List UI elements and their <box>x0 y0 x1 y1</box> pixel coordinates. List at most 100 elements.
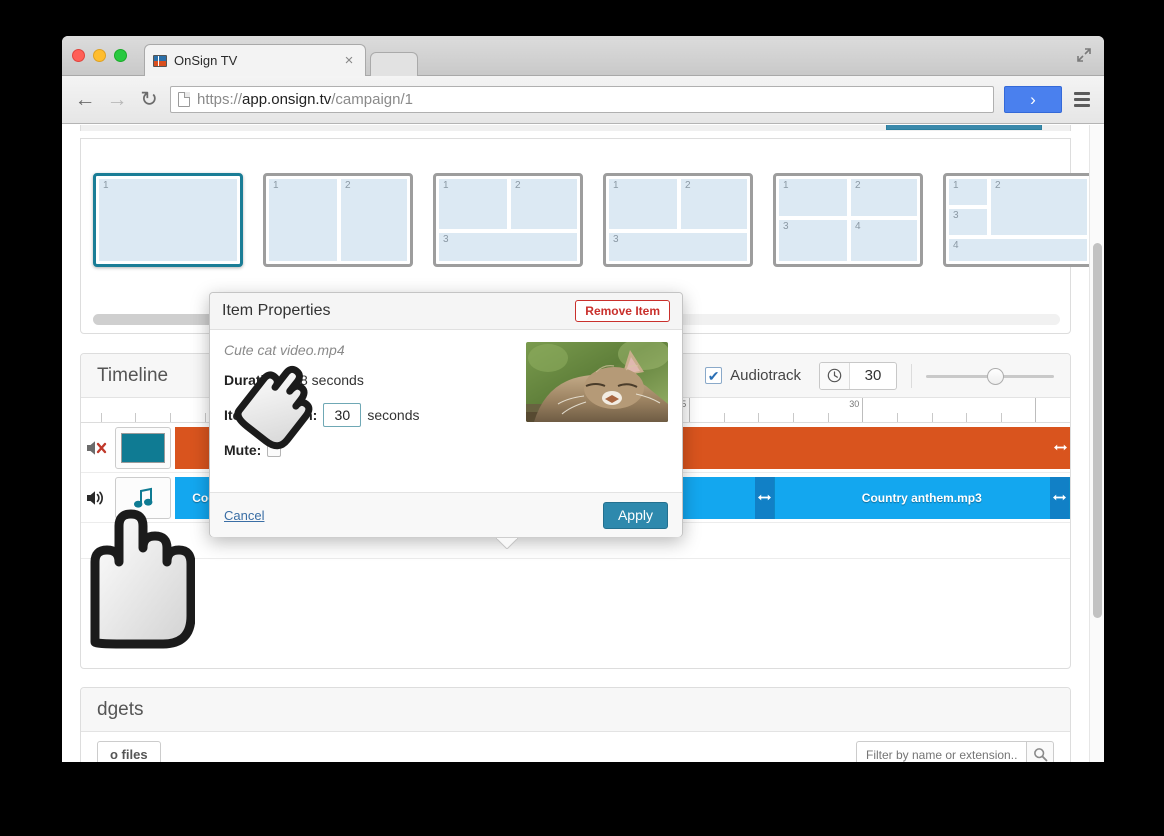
media-header: dgets <box>81 688 1070 732</box>
layout-thumbnail-6[interactable]: 1 2 3 4 <box>943 173 1093 267</box>
ruler-minor-tick <box>1000 413 1002 422</box>
layout-zone: 1 <box>609 179 677 229</box>
layout-zone: 1 <box>949 179 987 205</box>
ruler-minor-tick <box>170 413 171 422</box>
resize-handle-icon[interactable] <box>1049 476 1069 519</box>
video-thumbnail[interactable] <box>115 426 171 469</box>
resize-handle-icon[interactable] <box>754 476 774 519</box>
layout-zone: 2 <box>681 179 747 229</box>
fullscreen-icon[interactable] <box>1076 47 1092 63</box>
clock-icon <box>820 362 850 389</box>
media-filter-group <box>856 741 1054 762</box>
back-button[interactable]: ← <box>74 88 96 112</box>
partial-blue-button[interactable] <box>886 125 1042 130</box>
filter-input[interactable] <box>856 741 1026 762</box>
layout-thumbnail-2[interactable]: 1 2 <box>263 173 413 267</box>
zone-number: 3 <box>783 221 789 232</box>
reload-button[interactable]: ↻ <box>138 87 160 112</box>
apply-button[interactable]: Apply <box>602 501 668 529</box>
cancel-button[interactable]: Cancel <box>224 508 264 523</box>
audio-files-button[interactable]: o files <box>97 741 161 762</box>
remove-item-button[interactable]: Remove Item <box>575 300 670 322</box>
url-host: app.onsign.tv <box>242 91 332 108</box>
media-toolbar: o files <box>81 732 1070 762</box>
speaker-muted-icon[interactable] <box>81 438 115 458</box>
zone-number: 1 <box>103 180 109 191</box>
minimize-window-button[interactable] <box>93 49 106 62</box>
browser-tab[interactable]: OnSign TV × <box>144 44 366 76</box>
divider <box>911 363 912 388</box>
browser-menu-button[interactable] <box>1072 92 1092 107</box>
ruler-minor-tick <box>100 413 102 422</box>
ruler-minor-tick <box>723 413 725 422</box>
zone-number: 2 <box>685 180 691 191</box>
media-widgets-panel: dgets o files Filter by name or extensio… <box>80 687 1071 762</box>
ruler-minor-tick <box>135 413 137 422</box>
layout-zone: 1 <box>779 179 847 216</box>
page-icon <box>178 92 190 107</box>
audiotrack-label: Audiotrack <box>730 367 801 384</box>
layout-zone: 3 <box>949 209 987 235</box>
duration-value[interactable]: 30 <box>850 367 896 384</box>
close-window-button[interactable] <box>72 49 85 62</box>
zone-number: 3 <box>613 234 619 245</box>
mouse-cursor-pointing-hand-secondary <box>55 492 196 652</box>
close-icon[interactable]: × <box>341 52 357 69</box>
item-properties-footer: Cancel Apply <box>210 492 682 537</box>
ruler-minor-tick <box>966 413 968 422</box>
ruler-minor-tick <box>896 413 898 422</box>
layout-zone: 2 <box>991 179 1087 235</box>
layout-zone: 2 <box>851 179 917 216</box>
mouse-cursor-pointing-hand <box>205 347 375 452</box>
layouts-row: 1 1 2 1 2 3 1 2 3 1 2 3 4 1 2 3 4 <box>93 173 1093 267</box>
page-scrollbar[interactable] <box>1089 125 1104 762</box>
layout-zone: 1 <box>99 179 237 261</box>
slider-knob[interactable] <box>986 367 1004 385</box>
zone-number: 1 <box>613 180 619 191</box>
campaign-duration-field[interactable]: 30 <box>819 361 897 390</box>
new-tab-button[interactable] <box>370 52 418 76</box>
layout-zone: 1 <box>439 179 507 229</box>
timeline-clip-audio-3[interactable]: Country anthem.mp3 <box>774 476 1070 519</box>
url-path: /campaign/1 <box>331 91 413 108</box>
search-icon[interactable] <box>1026 741 1054 762</box>
url-prefix: https:// <box>197 91 243 108</box>
go-button[interactable]: › <box>1004 86 1062 113</box>
media-title: dgets <box>97 698 144 720</box>
resize-handle-icon[interactable] <box>1051 426 1070 469</box>
layout-zone: 4 <box>851 220 917 261</box>
zone-number: 4 <box>855 221 861 232</box>
ruler-minor-tick <box>758 413 760 422</box>
ruler-major-tick <box>689 398 691 422</box>
zone-number: 2 <box>345 180 351 191</box>
audiotrack-checkbox[interactable]: ✔ <box>705 367 723 384</box>
scrollbar-thumb[interactable] <box>1093 243 1102 618</box>
zone-number: 2 <box>855 180 861 191</box>
layout-thumbnail-3[interactable]: 1 2 3 <box>433 173 583 267</box>
zone-number: 3 <box>443 234 449 245</box>
timeline-zoom-slider[interactable] <box>926 366 1054 386</box>
address-bar[interactable]: https://app.onsign.tv/campaign/1 <box>170 86 994 113</box>
zone-number: 1 <box>443 180 449 191</box>
ruler-minor-tick <box>827 413 829 422</box>
layout-thumbnail-4[interactable]: 1 2 3 <box>603 173 753 267</box>
forward-button[interactable]: → <box>106 88 128 112</box>
layout-zone: 3 <box>779 220 847 261</box>
layout-zone: 2 <box>511 179 577 229</box>
zone-number: 1 <box>783 180 789 191</box>
ruler-minor-tick <box>931 413 933 422</box>
zone-number: 3 <box>953 210 959 221</box>
layout-zone: 2 <box>341 179 407 261</box>
layout-zone: 1 <box>269 179 337 261</box>
tab-title: OnSign TV <box>174 53 238 68</box>
ruler-label: 30 <box>849 399 860 409</box>
ruler-major-tick <box>1035 398 1037 422</box>
audiotrack-toggle[interactable]: ✔ Audiotrack <box>705 367 801 384</box>
maximize-window-button[interactable] <box>114 49 127 62</box>
zone-number: 2 <box>515 180 521 191</box>
layout-thumbnail-1[interactable]: 1 <box>93 173 243 267</box>
item-properties-header: Item Properties Remove Item <box>210 293 682 330</box>
layout-thumbnail-5[interactable]: 1 2 3 4 <box>773 173 923 267</box>
video-preview <box>121 432 165 463</box>
url-text: https://app.onsign.tv/campaign/1 <box>197 91 413 108</box>
